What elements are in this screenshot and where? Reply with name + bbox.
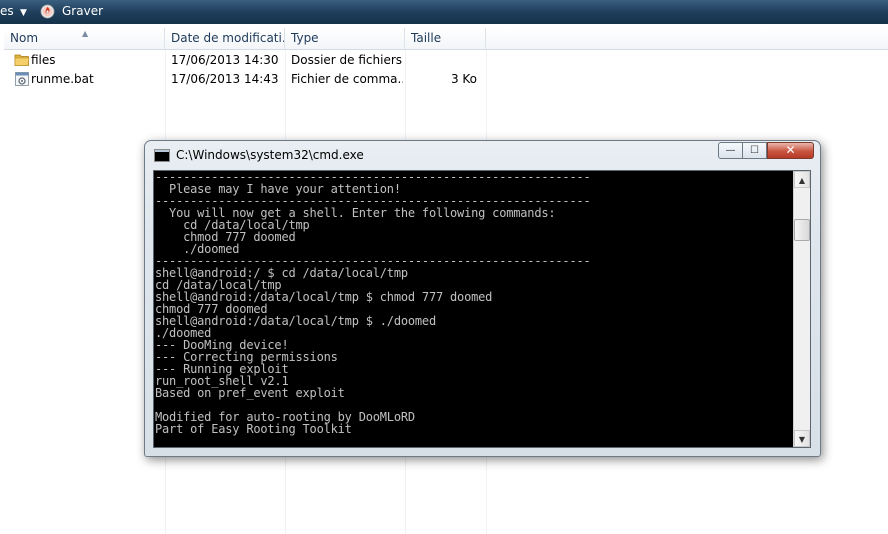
- scroll-down-icon[interactable]: ▼: [794, 430, 810, 447]
- cmd-titlebar[interactable]: C:\Windows\system32\cmd.exe — ☐ ✕: [145, 141, 820, 169]
- cmd-window-title: C:\Windows\system32\cmd.exe: [176, 148, 364, 162]
- scroll-thumb[interactable]: [794, 219, 810, 241]
- column-header-name[interactable]: Nom ▲: [4, 28, 165, 49]
- maximize-button[interactable]: ☐: [742, 142, 767, 159]
- file-row-files[interactable]: files 17/06/2013 14:30 Dossier de fichie…: [4, 51, 484, 70]
- close-button[interactable]: ✕: [767, 142, 814, 159]
- column-header-date[interactable]: Date de modificati...: [165, 28, 285, 49]
- column-header-name-label: Nom: [10, 31, 39, 45]
- explorer-toolbar: es ▼ Graver: [0, 0, 888, 24]
- file-type: Fichier de comma...: [291, 72, 403, 86]
- console-output[interactable]: ----------------------------------------…: [155, 171, 795, 447]
- chevron-down-icon[interactable]: ▼: [20, 6, 27, 20]
- file-date: 17/06/2013 14:30: [171, 53, 279, 67]
- scroll-up-icon[interactable]: ▲: [794, 171, 810, 188]
- burn-button[interactable]: Graver: [62, 4, 103, 18]
- file-name: runme.bat: [31, 72, 94, 86]
- column-header-size[interactable]: Taille: [405, 28, 486, 49]
- column-headers: Nom ▲ Date de modificati... Type Taille: [4, 28, 888, 50]
- minimize-button[interactable]: —: [718, 142, 743, 159]
- folder-icon: [14, 54, 30, 66]
- file-date: 17/06/2013 14:43: [171, 72, 279, 86]
- organize-button[interactable]: es: [0, 4, 14, 18]
- file-name: files: [31, 53, 56, 67]
- file-size: 3 Ko: [450, 72, 477, 86]
- column-header-type[interactable]: Type: [285, 28, 405, 49]
- sort-up-icon: ▲: [82, 29, 89, 38]
- console-area[interactable]: ----------------------------------------…: [153, 170, 811, 448]
- batch-file-icon: [15, 72, 29, 86]
- cmd-window[interactable]: C:\Windows\system32\cmd.exe — ☐ ✕ ------…: [144, 140, 821, 457]
- burn-disc-icon[interactable]: [40, 4, 55, 19]
- file-type: Dossier de fichiers: [291, 53, 403, 67]
- console-icon: [154, 149, 170, 162]
- vertical-scrollbar[interactable]: ▲ ▼: [793, 171, 810, 447]
- file-row-runme[interactable]: runme.bat 17/06/2013 14:43 Fichier de co…: [4, 70, 484, 89]
